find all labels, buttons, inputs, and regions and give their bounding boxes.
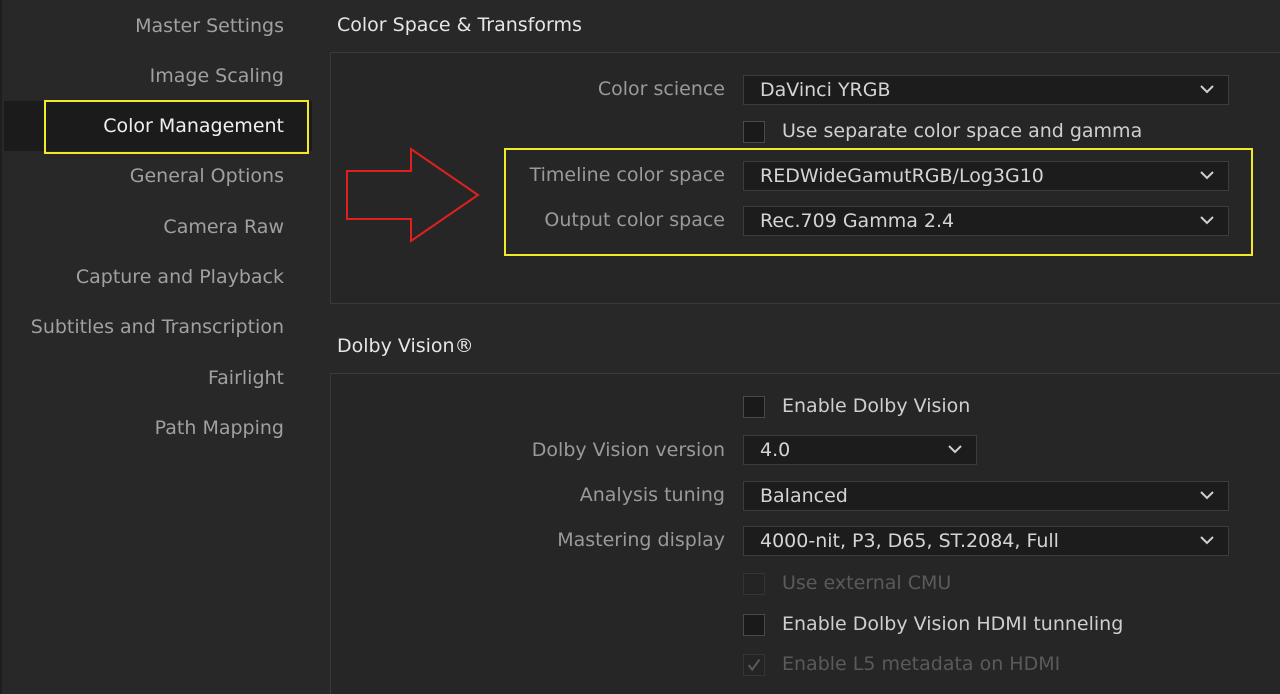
sidebar-item-subtitles-and-transcription[interactable]: Subtitles and Transcription — [31, 302, 284, 352]
sidebar-item-general-options[interactable]: General Options — [130, 151, 284, 201]
dolby-version-value: 4.0 — [760, 439, 791, 461]
section-title-color-space: Color Space & Transforms — [337, 14, 582, 36]
enable-dolby-vision-row: Enable Dolby Vision — [743, 395, 1043, 422]
external-cmu-checkbox[interactable] — [743, 573, 765, 595]
sidebar-item-image-scaling[interactable]: Image Scaling — [150, 51, 284, 101]
color-science-value: DaVinci YRGB — [760, 79, 891, 101]
dolby-version-select[interactable]: 4.0 — [743, 435, 977, 465]
red-arrow-icon — [346, 147, 480, 243]
separate-color-space-label: Use separate color space and gamma — [782, 120, 1143, 142]
sidebar-item-master-settings[interactable]: Master Settings — [135, 1, 284, 51]
separate-color-space-row: Use separate color space and gamma — [743, 120, 1183, 147]
analysis-tuning-select[interactable]: Balanced — [743, 481, 1229, 511]
checkmark-icon — [747, 658, 761, 672]
sidebar-item-fairlight[interactable]: Fairlight — [208, 353, 284, 403]
chevron-down-icon — [948, 445, 962, 454]
external-cmu-row: Use external CMU — [743, 572, 1043, 599]
sidebar-highlight-annotation — [44, 100, 309, 154]
mastering-display-value: 4000-nit, P3, D65, ST.2084, Full — [760, 530, 1059, 552]
separate-color-space-checkbox[interactable] — [743, 121, 765, 143]
color-space-highlight-annotation — [504, 148, 1253, 256]
settings-sidebar: Master Settings Image Scaling Color Mana… — [0, 0, 312, 694]
mastering-display-label: Mastering display — [557, 529, 725, 551]
dolby-version-label: Dolby Vision version — [531, 439, 725, 461]
color-science-label: Color science — [597, 78, 725, 100]
l5-metadata-row: Enable L5 metadata on HDMI — [743, 653, 1103, 680]
hdmi-tunneling-label: Enable Dolby Vision HDMI tunneling — [782, 613, 1124, 635]
section-title-dolby-vision: Dolby Vision® — [337, 335, 474, 357]
sidebar-item-camera-raw[interactable]: Camera Raw — [163, 202, 284, 252]
chevron-down-icon — [1200, 536, 1214, 545]
chevron-down-icon — [1200, 491, 1214, 500]
hdmi-tunneling-checkbox[interactable] — [743, 614, 765, 636]
hdmi-tunneling-row: Enable Dolby Vision HDMI tunneling — [743, 613, 1163, 640]
l5-metadata-label: Enable L5 metadata on HDMI — [782, 653, 1061, 675]
external-cmu-label: Use external CMU — [782, 572, 952, 594]
enable-dolby-vision-checkbox[interactable] — [743, 396, 765, 418]
analysis-tuning-value: Balanced — [760, 485, 848, 507]
chevron-down-icon — [1200, 85, 1214, 94]
color-science-select[interactable]: DaVinci YRGB — [743, 75, 1229, 105]
sidebar-item-path-mapping[interactable]: Path Mapping — [155, 403, 284, 453]
l5-metadata-checkbox[interactable] — [743, 654, 765, 676]
enable-dolby-vision-label: Enable Dolby Vision — [782, 395, 971, 417]
analysis-tuning-label: Analysis tuning — [579, 484, 725, 506]
mastering-display-select[interactable]: 4000-nit, P3, D65, ST.2084, Full — [743, 526, 1229, 556]
sidebar-item-capture-and-playback[interactable]: Capture and Playback — [76, 252, 284, 302]
project-settings-window: Master Settings Image Scaling Color Mana… — [0, 0, 1280, 694]
